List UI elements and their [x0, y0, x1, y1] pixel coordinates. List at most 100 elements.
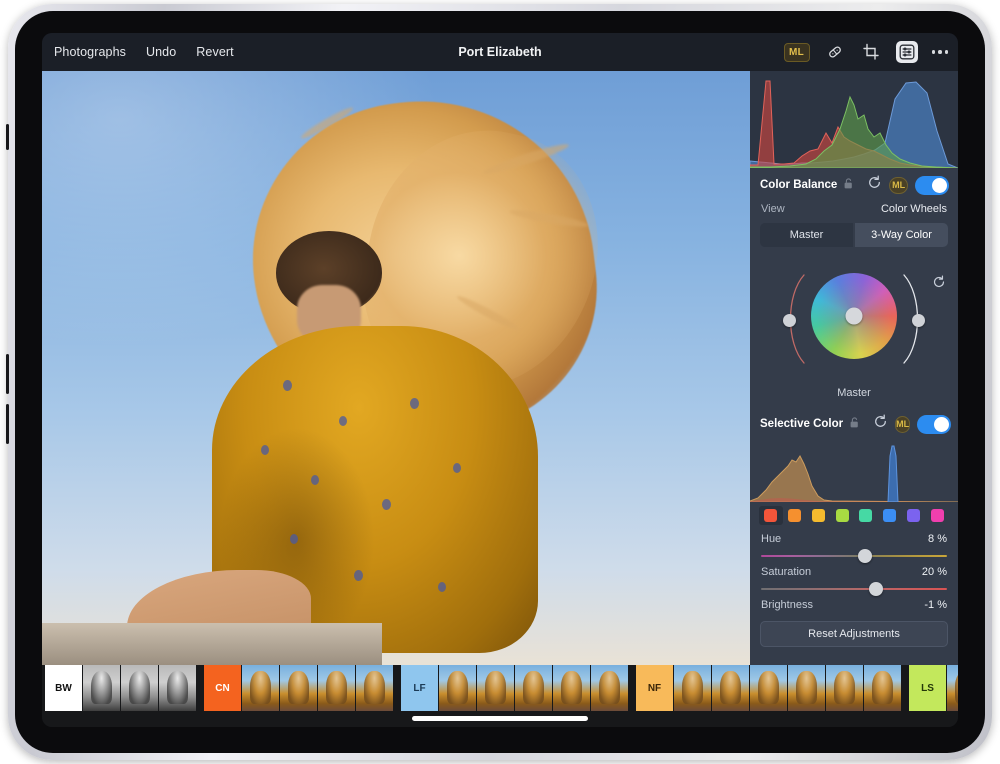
more-options-icon[interactable]: [932, 50, 949, 54]
swatch-purple[interactable]: [902, 506, 926, 525]
toolbar-left-group: Photographs Undo Revert: [54, 45, 234, 59]
preset-group-tag-nf[interactable]: NF: [636, 665, 673, 711]
preset-thumbnail[interactable]: 001: [439, 665, 476, 711]
preset-thumbnail[interactable]: 003: [750, 665, 787, 711]
unlock-icon[interactable]: [844, 176, 853, 194]
home-indicator[interactable]: [412, 716, 588, 721]
selective-color-toggle[interactable]: [917, 415, 951, 434]
preset-thumbnail[interactable]: 005: [591, 665, 628, 711]
swatch-red[interactable]: [759, 506, 783, 525]
swatch-green[interactable]: [854, 506, 878, 525]
reset-color-balance-icon[interactable]: [867, 175, 882, 195]
reset-selective-color-icon[interactable]: [873, 414, 888, 434]
preset-thumbnail[interactable]: 004: [788, 665, 825, 711]
preset-thumbnail[interactable]: 002: [477, 665, 514, 711]
preset-thumbnail[interactable]: 003: [318, 665, 355, 711]
thumbnail-subject: [167, 671, 188, 704]
brightness-slider-row: Brightness -1 %: [750, 599, 958, 615]
thumbnail-subject: [872, 671, 893, 704]
preset-thumbnail[interactable]: 006: [864, 665, 901, 711]
hue-slider[interactable]: [761, 549, 947, 563]
undo-button[interactable]: Undo: [146, 45, 176, 59]
preset-thumbnail[interactable]: 001: [83, 665, 120, 711]
view-value[interactable]: Color Wheels: [881, 203, 947, 215]
thumbnail-subject: [288, 671, 309, 704]
preset-thumbnail[interactable]: 005: [826, 665, 863, 711]
left-arc-knob[interactable]: [783, 314, 796, 327]
preset-thumbnail[interactable]: 001: [947, 665, 958, 711]
color-balance-title: Color Balance: [760, 179, 837, 191]
thumbnail-subject: [599, 671, 620, 704]
preset-group-bw: BW001002003: [45, 665, 197, 711]
adjustments-panel: Color Balance: [750, 71, 958, 665]
preset-group-lf: LF001002003004005: [401, 665, 629, 711]
volume-down-button: [6, 404, 9, 444]
swatch-yellow[interactable]: [807, 506, 831, 525]
floral-pattern: [354, 570, 363, 581]
swatch-orange[interactable]: [783, 506, 807, 525]
device-bezel: Photographs Undo Revert Port Elizabeth M…: [15, 11, 985, 753]
preset-thumbnail[interactable]: 001: [674, 665, 711, 711]
thumbnail-subject: [326, 671, 347, 704]
preset-thumbnail[interactable]: 004: [553, 665, 590, 711]
editor-body: Color Balance: [42, 71, 958, 665]
preset-group-tag-ls[interactable]: LS: [909, 665, 946, 711]
floral-pattern: [339, 416, 347, 426]
color-wheel-knob[interactable]: [846, 308, 863, 325]
selective-color-swatches: [750, 502, 958, 533]
ml-badge-color-balance[interactable]: ML: [889, 177, 908, 194]
thumbnail-subject: [447, 671, 468, 704]
thumbnail-subject: [91, 671, 112, 704]
floral-pattern: [453, 463, 461, 473]
revert-button[interactable]: Revert: [196, 45, 233, 59]
rgb-histogram: [750, 71, 958, 168]
thumbnail-subject: [955, 671, 958, 704]
photographs-button[interactable]: Photographs: [54, 45, 126, 59]
preset-thumbnail[interactable]: 002: [121, 665, 158, 711]
ml-badge-selective-color[interactable]: ML: [895, 416, 910, 433]
crop-icon[interactable]: [860, 41, 882, 63]
hue-slider-knob[interactable]: [858, 549, 872, 563]
preset-thumbnail[interactable]: 002: [280, 665, 317, 711]
color-balance-toggle[interactable]: [915, 176, 949, 195]
preset-thumbnail[interactable]: 003: [159, 665, 196, 711]
color-wheel-label: Master: [750, 387, 958, 399]
thumbnail-subject: [796, 671, 817, 704]
adjustments-icon[interactable]: [896, 41, 918, 63]
thumbnail-subject: [250, 671, 271, 704]
hue-track: [761, 555, 947, 557]
segment-master[interactable]: Master: [760, 223, 853, 247]
photo-canvas[interactable]: [42, 71, 750, 665]
saturation-slider-knob[interactable]: [869, 582, 883, 596]
swatch-yellow-green[interactable]: [830, 506, 854, 525]
selective-warm-area: [750, 456, 958, 502]
unlock-icon[interactable]: [850, 415, 859, 433]
preset-group-tag-lf[interactable]: LF: [401, 665, 438, 711]
retouch-icon[interactable]: [824, 41, 846, 63]
preset-thumbnail[interactable]: 001: [242, 665, 279, 711]
selective-color-histogram: [750, 440, 958, 502]
ml-badge-toolbar[interactable]: ML: [784, 43, 810, 62]
hue-value: 8 %: [928, 533, 947, 545]
app-toolbar: Photographs Undo Revert Port Elizabeth M…: [42, 33, 958, 71]
thumbnail-subject: [758, 671, 779, 704]
right-arc-knob[interactable]: [912, 314, 925, 327]
selective-histogram-svg: [750, 440, 958, 502]
color-balance-segmented-control: Master 3-Way Color: [760, 223, 948, 247]
preset-group-tag-bw[interactable]: BW: [45, 665, 82, 711]
saturation-label: Saturation: [761, 566, 811, 578]
saturation-slider[interactable]: [761, 582, 947, 596]
preset-group-nf: NF001002003004005006: [636, 665, 902, 711]
preset-thumbnail[interactable]: 002: [712, 665, 749, 711]
reset-color-wheel-icon[interactable]: [932, 275, 946, 294]
reset-adjustments-button[interactable]: Reset Adjustments: [760, 621, 948, 647]
preset-thumbnail[interactable]: 004: [356, 665, 393, 711]
preset-group-tag-cn[interactable]: CN: [204, 665, 241, 711]
swatch-blue[interactable]: [878, 506, 902, 525]
selective-blue-spike: [888, 446, 898, 502]
preset-thumbnail[interactable]: 003: [515, 665, 552, 711]
swatch-magenta[interactable]: [925, 506, 949, 525]
preset-group-cn: CN001002003004: [204, 665, 394, 711]
thumbnail-subject: [834, 671, 855, 704]
segment-3way-color[interactable]: 3-Way Color: [855, 223, 948, 247]
